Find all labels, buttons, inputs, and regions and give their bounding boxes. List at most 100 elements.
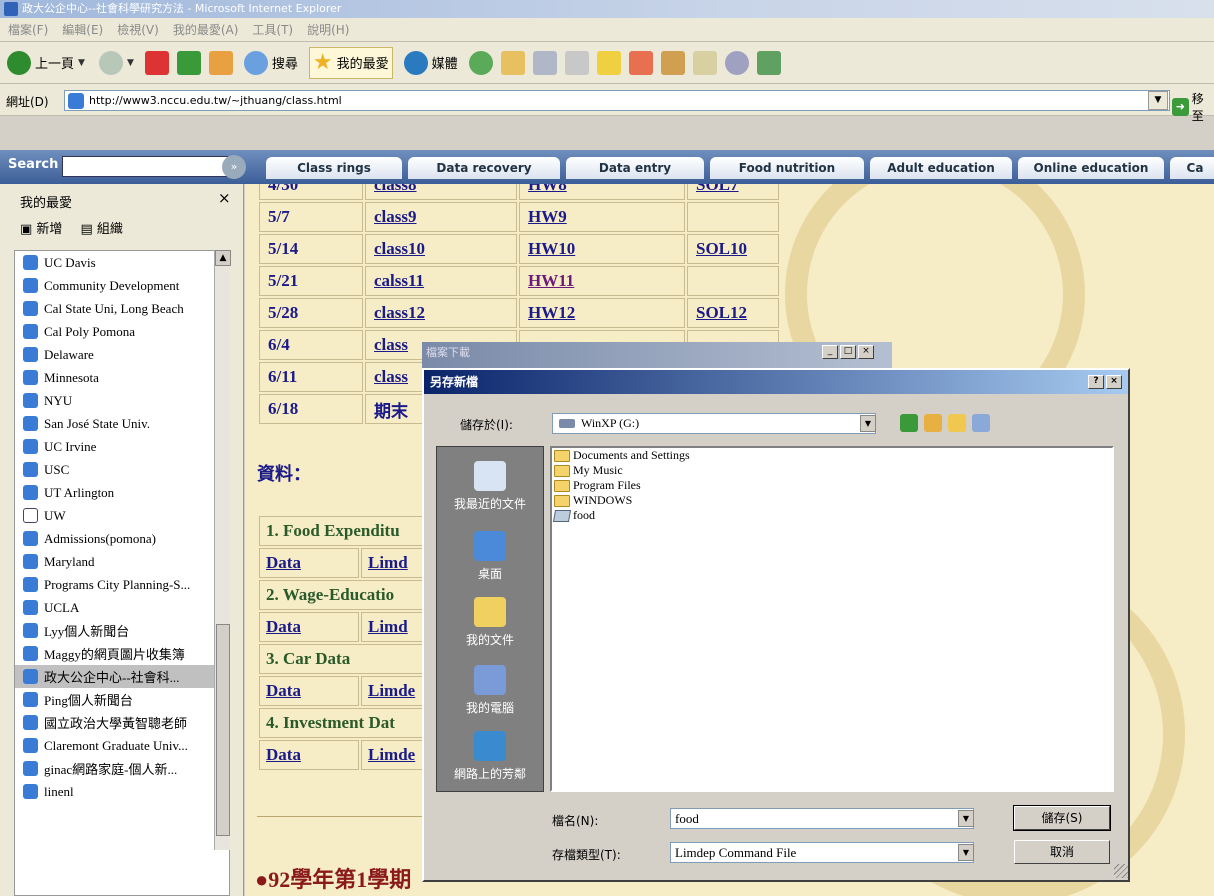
address-dropdown-icon[interactable]: ▼ <box>1148 91 1168 110</box>
tab-food-nutrition[interactable]: Food nutrition <box>710 157 864 179</box>
tab-adult-education[interactable]: Adult education <box>870 157 1012 179</box>
place-network[interactable]: 網路上的芳鄰 <box>437 731 543 782</box>
maximize-icon[interactable]: □ <box>840 345 856 359</box>
list-item[interactable]: linenl <box>15 780 229 803</box>
list-item[interactable]: UCLA <box>15 596 229 619</box>
save-button[interactable]: 儲存(S) <box>1013 805 1111 831</box>
tab-data-recovery[interactable]: Data recovery <box>408 157 560 179</box>
msn-icon[interactable] <box>756 50 781 75</box>
help-icon[interactable]: ? <box>1088 375 1104 389</box>
list-item[interactable]: Program Files <box>552 478 1112 493</box>
chevron-down-icon[interactable]: ▼ <box>958 810 974 827</box>
menu-edit[interactable]: 編輯(E) <box>62 21 103 38</box>
history-icon[interactable] <box>468 50 493 75</box>
list-item[interactable]: Lyy個人新聞台 <box>15 619 229 642</box>
list-item[interactable]: Community Development <box>15 274 229 297</box>
tab-data-entry[interactable]: Data entry <box>566 157 704 179</box>
list-item[interactable]: NYU <box>15 389 229 412</box>
minimize-icon[interactable]: _ <box>822 345 838 359</box>
print-icon[interactable] <box>532 50 557 75</box>
menu-file[interactable]: 檔案(F) <box>8 21 48 38</box>
place-my-computer[interactable]: 我的電腦 <box>437 665 543 716</box>
refresh-icon[interactable] <box>176 50 201 75</box>
ie-icon <box>4 2 18 16</box>
list-item[interactable]: Maggy的網頁圖片收集簿 <box>15 642 229 665</box>
user-icon[interactable] <box>692 50 717 75</box>
menu-help[interactable]: 說明(H) <box>307 21 349 38</box>
sidebar-close-icon[interactable]: × <box>218 189 231 207</box>
forward-button[interactable]: ▼ <box>96 47 137 79</box>
tab-online-education[interactable]: Online education <box>1018 157 1164 179</box>
sidebar-scrollbar[interactable]: ▲ <box>214 250 231 850</box>
back-button[interactable]: 上一頁 ▼ <box>4 47 88 79</box>
list-item[interactable]: Cal State Uni, Long Beach <box>15 297 229 320</box>
up-folder-icon[interactable] <box>924 414 942 432</box>
discuss-icon[interactable] <box>724 50 749 75</box>
list-item[interactable]: 國立政治大學黃智聰老師 <box>15 711 229 734</box>
cancel-button[interactable]: 取消 <box>1014 840 1110 864</box>
place-desktop[interactable]: 桌面 <box>437 531 543 582</box>
dialog-title-bar[interactable]: 另存新檔 ? × <box>424 370 1128 394</box>
list-item[interactable]: Delaware <box>15 343 229 366</box>
list-item[interactable]: Claremont Graduate Univ... <box>15 734 229 757</box>
filename-input[interactable]: food <box>670 808 974 829</box>
favorites-button[interactable]: ★ 我的最愛 <box>308 46 393 79</box>
folder-icon[interactable] <box>596 50 621 75</box>
go-button[interactable]: ➜ 移至 <box>1172 90 1214 124</box>
list-item[interactable]: Maryland <box>15 550 229 573</box>
list-item[interactable]: Documents and Settings <box>552 448 1112 463</box>
organize-favorites-button[interactable]: ▤ 組織 <box>80 218 122 237</box>
add-favorite-button[interactable]: ▣ 新增 <box>20 218 62 237</box>
search-button[interactable]: 搜尋 <box>241 47 301 79</box>
list-item[interactable]: My Music <box>552 463 1112 478</box>
save-in-select[interactable]: WinXP (G:) <box>552 413 876 434</box>
menu-view[interactable]: 檢視(V) <box>117 21 159 38</box>
chevron-down-icon[interactable]: ▼ <box>860 415 876 432</box>
resize-grip[interactable] <box>1114 864 1128 878</box>
place-my-documents[interactable]: 我的文件 <box>437 597 543 648</box>
ie-page-icon <box>23 577 38 592</box>
back-icon[interactable] <box>900 414 918 432</box>
list-item[interactable]: Ping個人新聞台 <box>15 688 229 711</box>
address-input[interactable]: http://www3.nccu.edu.tw/~jthuang/class.h… <box>64 90 1170 111</box>
list-item[interactable]: San José State Univ. <box>15 412 229 435</box>
close-icon[interactable]: × <box>1106 375 1122 389</box>
network-icon <box>474 731 506 761</box>
list-item[interactable]: food <box>552 508 1112 523</box>
search-go-icon[interactable]: » <box>222 155 246 179</box>
menu-favorites[interactable]: 我的最愛(A) <box>173 21 239 38</box>
list-item-selected[interactable]: 政大公企中心--社會科... <box>15 665 229 688</box>
scroll-thumb[interactable] <box>216 624 230 836</box>
chevron-down-icon[interactable]: ▼ <box>958 844 974 861</box>
view-menu-icon[interactable] <box>972 414 990 432</box>
ie-page-icon <box>23 324 38 339</box>
stop-icon[interactable] <box>144 50 169 75</box>
home-icon[interactable] <box>208 50 233 75</box>
search-input[interactable] <box>62 156 228 177</box>
list-item[interactable]: Minnesota <box>15 366 229 389</box>
list-item[interactable]: Programs City Planning-S... <box>15 573 229 596</box>
messenger-icon[interactable] <box>628 50 653 75</box>
list-item[interactable]: UW <box>15 504 229 527</box>
tab-class-rings[interactable]: Class rings <box>266 157 402 179</box>
research-icon[interactable] <box>660 50 685 75</box>
tab-more[interactable]: Ca <box>1170 157 1214 179</box>
list-item[interactable]: UC Irvine <box>15 435 229 458</box>
table-row: Data Limd <box>259 612 425 642</box>
list-item[interactable]: ginac網路家庭-個人新... <box>15 757 229 780</box>
list-item[interactable]: Admissions(pomona) <box>15 527 229 550</box>
list-item[interactable]: USC <box>15 458 229 481</box>
menu-tools[interactable]: 工具(T) <box>252 21 293 38</box>
media-button[interactable]: 媒體 <box>401 47 461 79</box>
filetype-select[interactable]: Limdep Command File <box>670 842 974 863</box>
new-folder-icon[interactable] <box>948 414 966 432</box>
close-icon[interactable]: × <box>858 345 874 359</box>
place-recent[interactable]: 我最近的文件 <box>437 461 543 512</box>
list-item[interactable]: WINDOWS <box>552 493 1112 508</box>
list-item[interactable]: UC Davis <box>15 251 229 274</box>
scroll-up-icon[interactable]: ▲ <box>215 250 231 266</box>
mail-icon[interactable] <box>500 50 525 75</box>
edit-icon[interactable] <box>564 50 589 75</box>
list-item[interactable]: UT Arlington <box>15 481 229 504</box>
list-item[interactable]: Cal Poly Pomona <box>15 320 229 343</box>
